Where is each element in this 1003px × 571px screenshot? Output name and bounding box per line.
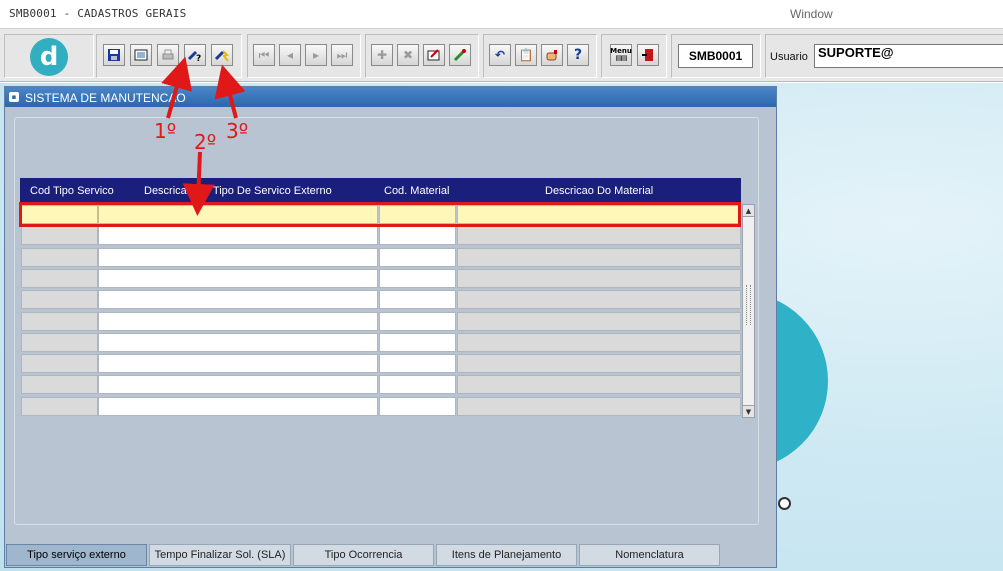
first-record-icon[interactable]: ⏮	[253, 44, 275, 66]
grid-header: Cod Tipo Servico Descricao Do Tipo De Se…	[20, 178, 741, 203]
cell-descricao-tipo-servico[interactable]	[98, 268, 378, 288]
cell-descricao-tipo-servico[interactable]	[98, 354, 378, 374]
cell-cod-tipo-servico[interactable]	[21, 375, 98, 395]
cell-descricao-material[interactable]	[457, 226, 741, 246]
window-title: SISTEMA DE MANUTENCAO	[25, 91, 186, 105]
cell-descricao-material[interactable]	[457, 396, 741, 416]
cell-descricao-material[interactable]	[457, 354, 741, 374]
tab-itens-planejamento[interactable]: Itens de Planejamento	[436, 544, 577, 566]
cell-descricao-material[interactable]	[457, 311, 741, 331]
title-bar: SMB0001 - CADASTROS GERAIS Window	[0, 0, 1003, 28]
cell-cod-material[interactable]	[379, 247, 456, 267]
cell-cod-material[interactable]	[379, 396, 456, 416]
cell-descricao-tipo-servico[interactable]	[98, 247, 378, 267]
exit-icon[interactable]	[637, 44, 659, 66]
column-header-cod-material: Cod. Material	[384, 185, 450, 197]
app-title: SMB0001 - CADASTROS GERAIS	[9, 7, 187, 20]
menu-icon[interactable]: Menu ▤▤	[610, 44, 632, 66]
cell-descricao-material[interactable]	[457, 268, 741, 288]
form-window: ▪ SISTEMA DE MANUTENCAO Cod Tipo Servico…	[4, 86, 777, 568]
cell-cod-tipo-servico[interactable]	[21, 226, 98, 246]
cell-descricao-tipo-servico[interactable]	[98, 311, 378, 331]
tab-tipo-ocorrencia[interactable]: Tipo Ocorrencia	[293, 544, 434, 566]
print-icon[interactable]	[157, 44, 179, 66]
scroll-down-button[interactable]: ▼	[743, 405, 754, 417]
cell-descricao-tipo-servico[interactable]	[98, 290, 378, 310]
grid-scrollbar[interactable]: ▲ ▼	[742, 204, 755, 418]
svg-text:?: ?	[196, 54, 201, 63]
cell-descricao-material[interactable]	[457, 332, 741, 352]
enter-query-icon[interactable]: ?	[184, 44, 206, 66]
column-header-descricao-material: Descricao Do Material	[545, 185, 654, 197]
cell-cod-tipo-servico[interactable]	[21, 290, 98, 310]
tab-tempo-finalizar-sla[interactable]: Tempo Finalizar Sol. (SLA)	[149, 544, 291, 566]
cell-cod-material[interactable]	[379, 226, 456, 246]
column-header-cod-tipo-servico: Cod Tipo Servico	[30, 185, 114, 197]
form-code-display: SMB0001	[678, 44, 753, 68]
tab-tipo-servico-externo[interactable]: Tipo serviço externo	[6, 544, 147, 566]
delete-record-icon[interactable]: ✖	[397, 44, 419, 66]
annotation-step-1: 1º	[154, 119, 177, 143]
user-label: Usuario	[770, 51, 808, 63]
user-field[interactable]: SUPORTE@	[814, 44, 1003, 68]
save-icon[interactable]	[103, 44, 125, 66]
cell-cod-tipo-servico[interactable]	[21, 332, 98, 352]
last-record-icon[interactable]: ⏭	[331, 44, 353, 66]
current-row-highlight	[19, 202, 741, 227]
cell-cod-material[interactable]	[379, 332, 456, 352]
scroll-grip[interactable]	[746, 285, 751, 325]
menu-window[interactable]: Window	[790, 7, 833, 21]
cell-descricao-tipo-servico[interactable]	[98, 226, 378, 246]
previous-record-icon[interactable]: ◂	[279, 44, 301, 66]
copy-icon[interactable]: 📋	[515, 44, 537, 66]
annotation-step-2: 2º	[194, 130, 217, 154]
cell-cod-tipo-servico[interactable]	[21, 396, 98, 416]
hand-icon[interactable]	[541, 44, 563, 66]
cell-cod-material[interactable]	[379, 375, 456, 395]
edit-icon[interactable]	[423, 44, 445, 66]
tab-nomenclatura[interactable]: Nomenclatura	[579, 544, 720, 566]
undo-icon[interactable]: ↶	[489, 44, 511, 66]
cell-descricao-tipo-servico[interactable]	[98, 332, 378, 352]
cell-cod-material[interactable]	[379, 354, 456, 374]
cell-cod-tipo-servico[interactable]	[21, 311, 98, 331]
insert-record-icon[interactable]: ✚	[371, 44, 393, 66]
cell-descricao-material[interactable]	[457, 290, 741, 310]
cell-cod-material[interactable]	[379, 268, 456, 288]
cell-cod-material[interactable]	[379, 311, 456, 331]
datasul-logo: d	[30, 38, 68, 76]
cell-descricao-tipo-servico[interactable]	[98, 375, 378, 395]
cell-cod-material[interactable]	[379, 290, 456, 310]
cell-descricao-tipo-servico[interactable]	[98, 396, 378, 416]
cell-descricao-material[interactable]	[457, 375, 741, 395]
cell-cod-tipo-servico[interactable]	[21, 268, 98, 288]
list-of-values-icon[interactable]	[449, 44, 471, 66]
help-icon[interactable]: ?	[567, 44, 589, 66]
column-header-descricao-tipo-servico: Descricao Do Tipo De Servico Externo	[144, 185, 332, 197]
scroll-up-button[interactable]: ▲	[743, 205, 754, 217]
window-title-bar: ▪ SISTEMA DE MANUTENCAO	[5, 87, 776, 107]
cell-cod-tipo-servico[interactable]	[21, 354, 98, 374]
background-circle	[778, 497, 791, 510]
toolbar: d ? ⏮ ◂ ▸ ⏭ ✚ ✖ ↶ 📋 ? Menu ▤▤ SMB0001 Usu…	[0, 28, 1003, 82]
cell-descricao-material[interactable]	[457, 247, 741, 267]
annotation-step-3: 3º	[226, 119, 249, 143]
window-icon: ▪	[9, 92, 19, 102]
clear-icon[interactable]	[130, 44, 152, 66]
next-record-icon[interactable]: ▸	[305, 44, 327, 66]
cell-cod-tipo-servico[interactable]	[21, 247, 98, 267]
execute-query-icon[interactable]	[211, 44, 233, 66]
tab-bar: Tipo serviço externo Tempo Finalizar Sol…	[4, 544, 777, 568]
